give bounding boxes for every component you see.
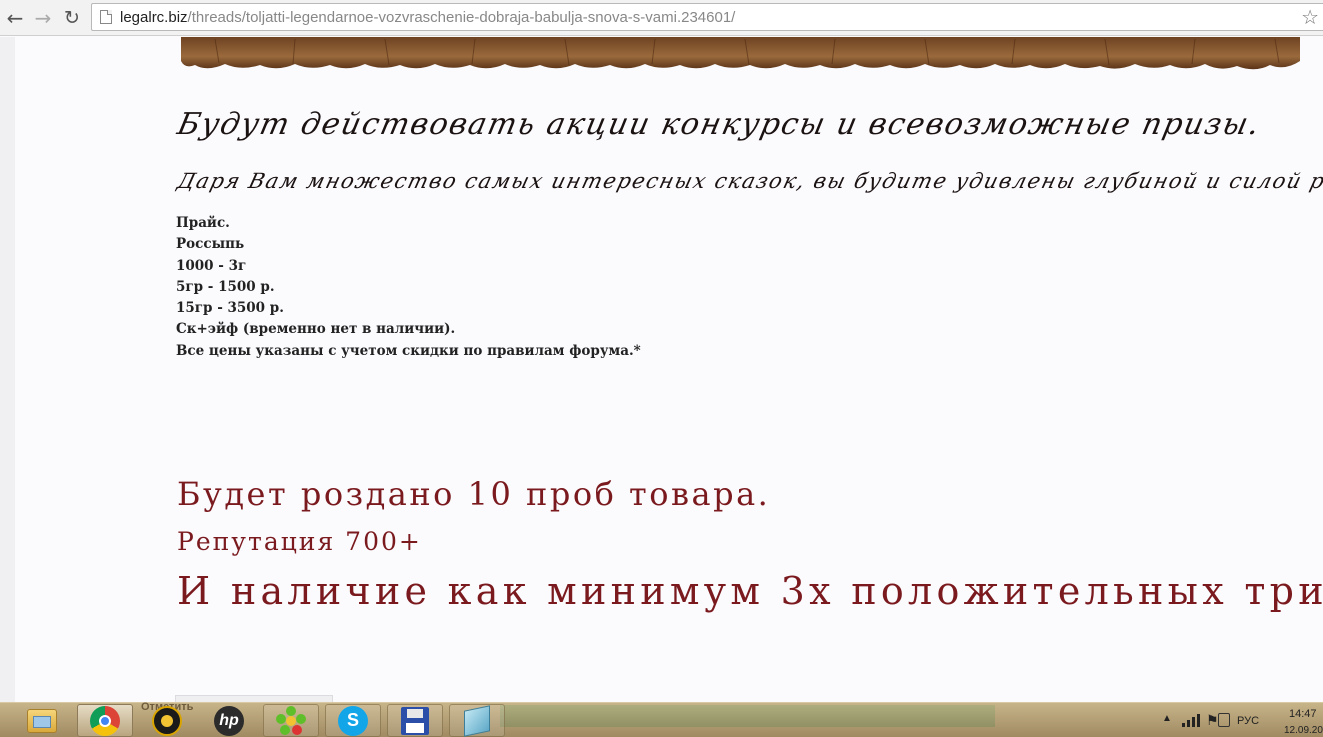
show-hidden-icons-icon[interactable]: ▲: [1162, 713, 1172, 724]
power-icon[interactable]: [1218, 713, 1230, 727]
icq-button[interactable]: [263, 704, 319, 737]
network-signal-icon[interactable]: [1182, 713, 1200, 727]
price-line: Все цены указаны с учетом скидки по прав…: [176, 342, 641, 359]
star-icon[interactable]: ☆: [1301, 5, 1319, 29]
explorer-button[interactable]: [14, 704, 70, 737]
url-host: legalrc.biz: [120, 9, 188, 26]
hp-button[interactable]: hp: [201, 704, 257, 737]
address-bar[interactable]: legalrc.biz/threads/toljatti-legendarnoe…: [91, 3, 1323, 31]
taskbar: Отметить hp S ▲: [0, 701, 1323, 737]
post-banner-image: [175, 37, 1308, 77]
hp-icon: hp: [214, 705, 244, 736]
browser-toolbar: ← → ↻ legalrc.biz/threads/toljatti-legen…: [0, 0, 1323, 36]
price-list: Прайс. Россыпь 1000 - 3г 5гр - 1500 р. 1…: [176, 213, 641, 362]
post-action-bar-edge: [175, 695, 333, 702]
left-gutter: [0, 37, 15, 702]
forward-arrow-icon[interactable]: →: [31, 6, 55, 30]
script-subline-stories: Даря Вам множество самых интересных сказ…: [175, 169, 1323, 193]
script-headline-prizes: Будут действовать акции конкурсы и всево…: [174, 107, 1264, 142]
save-app-button[interactable]: [387, 704, 443, 737]
notepad-button[interactable]: [449, 704, 505, 737]
price-line: 1000 - 3г: [176, 257, 247, 274]
price-line: 15гр - 3500 р.: [176, 300, 284, 317]
page-icon: [100, 10, 112, 24]
price-line: Прайс.: [176, 215, 230, 231]
action-center-icon[interactable]: ⚑: [1206, 712, 1219, 729]
media-player-button[interactable]: [139, 704, 195, 737]
price-line: Россыпь: [176, 236, 245, 253]
input-language[interactable]: РУС: [1237, 715, 1259, 727]
taskbar-highlight: [500, 705, 995, 727]
reload-icon[interactable]: ↻: [60, 6, 84, 30]
reputation-requirement: Репутация 700+: [177, 527, 422, 556]
notepad-icon: [464, 704, 490, 737]
url-path: /threads/toljatti-legendarnoe-vozvrasche…: [187, 9, 736, 26]
skype-button[interactable]: S: [325, 704, 381, 737]
media-player-icon: [152, 705, 182, 736]
clock-date[interactable]: 12.09.20: [1284, 725, 1323, 736]
system-tray: ▲ ⚑ РУС 14:47 12.09.20: [1158, 703, 1323, 737]
explorer-folder-icon: [27, 708, 57, 733]
clock-time[interactable]: 14:47: [1289, 708, 1317, 720]
trip-report-requirement: И наличие как минимум 3х положительных т…: [177, 569, 1323, 613]
skype-icon: S: [338, 705, 368, 736]
floppy-save-icon: [401, 706, 429, 735]
page-viewport: Будут действовать акции конкурсы и всево…: [0, 37, 1323, 702]
icq-icon: [276, 705, 306, 736]
samples-announcement: Будет роздано 10 проб товара.: [177, 475, 771, 513]
price-line: Ск+эйф (временно нет в наличии).: [176, 321, 456, 338]
price-line: 5гр - 1500 р.: [176, 278, 275, 295]
chrome-icon: [90, 705, 120, 736]
back-arrow-icon[interactable]: ←: [3, 6, 27, 30]
chrome-button[interactable]: [77, 704, 133, 737]
url-text[interactable]: legalrc.biz/threads/toljatti-legendarnoe…: [120, 9, 735, 26]
